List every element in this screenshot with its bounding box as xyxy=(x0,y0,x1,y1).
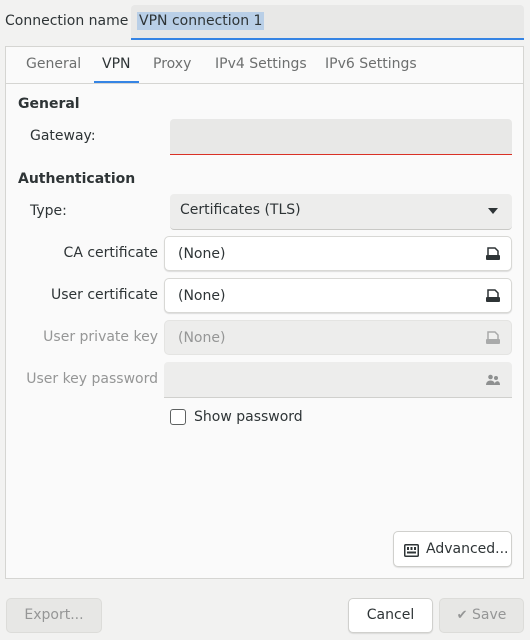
export-button-label: Export... xyxy=(24,607,84,623)
cancel-button[interactable]: Cancel xyxy=(348,598,433,633)
dropdown-arrow-icon xyxy=(488,208,498,214)
document-open-icon xyxy=(486,247,500,260)
ca-certificate-value: (None) xyxy=(178,246,226,262)
export-button[interactable]: Export... xyxy=(6,598,102,633)
users-icon xyxy=(486,374,500,385)
advanced-button-label: Advanced... xyxy=(426,541,509,557)
document-open-icon xyxy=(486,331,500,344)
tab-vpn[interactable]: VPN xyxy=(94,47,138,83)
user-private-key-value: (None) xyxy=(178,330,226,346)
tab-proxy[interactable]: Proxy xyxy=(151,47,193,83)
connection-name-input[interactable]: VPN connection 1 xyxy=(131,5,524,40)
user-key-password-label: User key password xyxy=(26,371,158,387)
show-password-label[interactable]: Show password xyxy=(194,409,303,425)
user-certificate-value: (None) xyxy=(178,288,226,304)
user-certificate-chooser[interactable]: (None) xyxy=(164,278,512,313)
user-private-key-label: User private key xyxy=(43,329,158,345)
auth-type-value: Certificates (TLS) xyxy=(180,202,301,218)
connection-name-label: Connection name xyxy=(5,13,129,29)
connection-name-value: VPN connection 1 xyxy=(137,12,265,30)
save-button[interactable]: ✔ Save xyxy=(439,598,524,633)
authentication-heading: Authentication xyxy=(18,171,136,187)
save-button-label: Save xyxy=(471,607,507,623)
tab-bar: General VPN Proxy IPv4 Settings IPv6 Set… xyxy=(6,47,523,84)
general-heading: General xyxy=(18,96,80,112)
show-password-checkbox[interactable] xyxy=(170,409,186,425)
user-key-password-input[interactable] xyxy=(164,362,512,398)
gateway-label: Gateway: xyxy=(30,128,96,144)
ca-certificate-chooser[interactable]: (None) xyxy=(164,236,512,271)
cancel-button-label: Cancel xyxy=(366,607,415,623)
ca-certificate-label: CA certificate xyxy=(63,245,158,261)
user-certificate-label: User certificate xyxy=(50,287,158,303)
settings-panel-icon xyxy=(404,544,419,557)
document-open-icon xyxy=(486,289,500,302)
tab-general[interactable]: General xyxy=(24,47,83,83)
checkmark-icon: ✔ xyxy=(456,608,468,623)
tab-ipv6-settings[interactable]: IPv6 Settings xyxy=(323,47,419,83)
tab-ipv4-settings[interactable]: IPv4 Settings xyxy=(213,47,309,83)
gateway-input[interactable] xyxy=(170,119,512,155)
type-label: Type: xyxy=(30,203,67,219)
advanced-button[interactable]: Advanced... xyxy=(393,531,512,567)
auth-type-dropdown[interactable]: Certificates (TLS) xyxy=(170,194,512,230)
user-private-key-chooser[interactable]: (None) xyxy=(164,320,512,355)
